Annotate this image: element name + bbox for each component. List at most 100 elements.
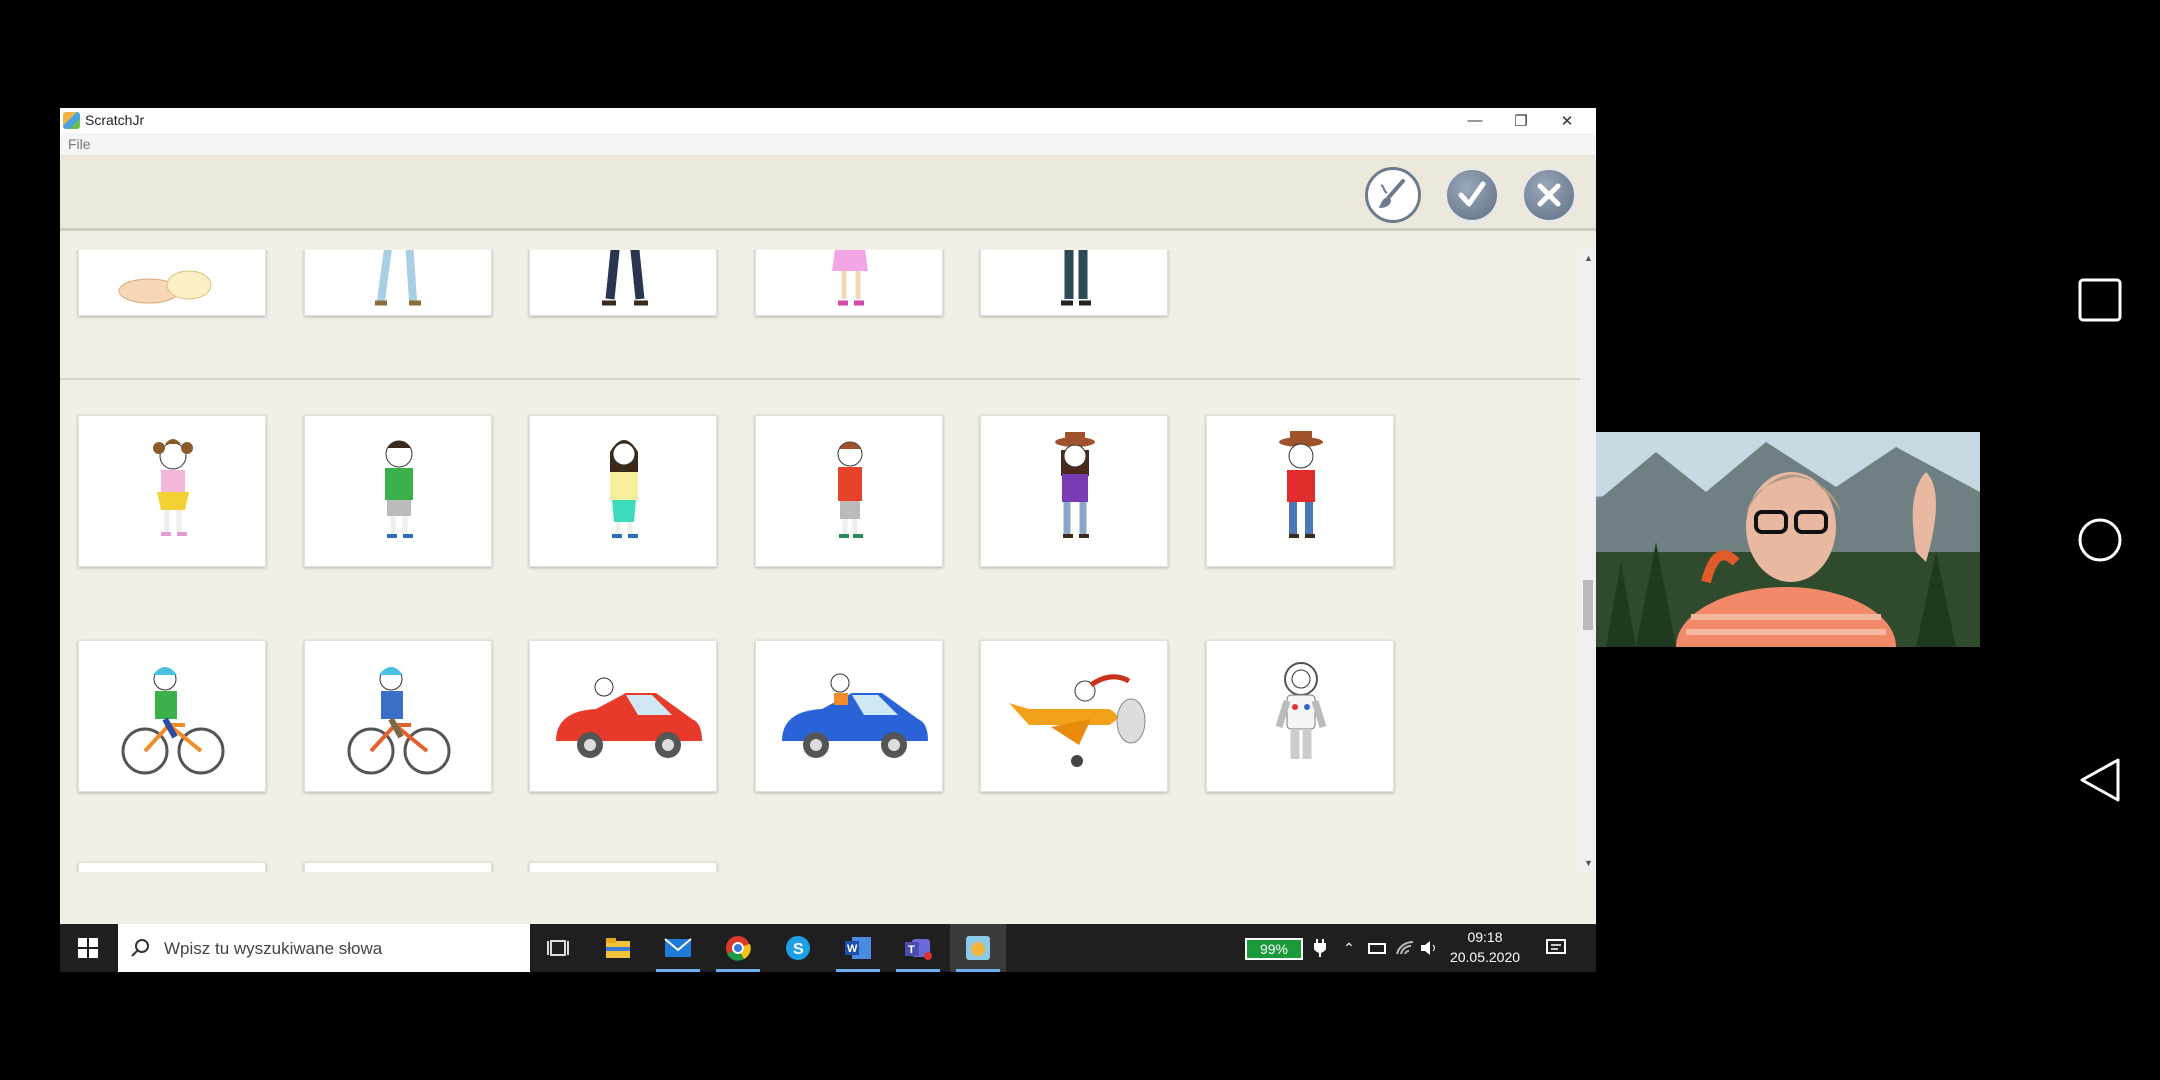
- sprite-card-girl-legs[interactable]: [755, 250, 943, 316]
- taskbar-search[interactable]: Wpisz tu wyszukiwane słowa: [118, 924, 530, 972]
- confirm-button[interactable]: [1444, 167, 1500, 223]
- webcam-person-image: [1596, 442, 1980, 647]
- scroll-down-arrow[interactable]: ▼: [1584, 858, 1593, 868]
- scratchjr-window: ScratchJr — ❐ ✕ File ▲ ▼ Wpisz tu wyszuk…: [60, 108, 1596, 972]
- word-icon: W: [845, 937, 871, 959]
- woman-sprite: [610, 440, 638, 538]
- vertical-scrollbar[interactable]: ▲ ▼: [1580, 250, 1596, 872]
- close-icon: [1537, 183, 1561, 207]
- scroll-thumb[interactable]: [1583, 580, 1593, 630]
- teams-app[interactable]: T: [890, 924, 946, 972]
- girl-bicycle-sprite: [121, 667, 225, 775]
- legs-sprite: [375, 250, 421, 306]
- android-back-button[interactable]: [2078, 758, 2122, 802]
- sprite-card-partial[interactable]: [304, 862, 492, 872]
- word-app[interactable]: W: [830, 924, 886, 972]
- search-icon: [131, 939, 149, 957]
- sprite-card-baby[interactable]: [78, 250, 266, 316]
- notification-icon: [1546, 939, 1566, 954]
- task-view-button[interactable]: [530, 924, 586, 972]
- folder-icon: [606, 938, 630, 958]
- menu-bar: File: [60, 133, 1596, 155]
- toolbar: [60, 155, 1596, 231]
- title-bar: ScratchJr — ❐ ✕: [60, 108, 1596, 133]
- notifications-button[interactable]: [1536, 924, 1576, 972]
- sprite-card-woman[interactable]: [529, 415, 717, 567]
- svg-text:W: W: [847, 943, 858, 955]
- svg-text:T: T: [908, 944, 915, 956]
- sprite-card-blue-convertible[interactable]: [755, 640, 943, 792]
- menu-file[interactable]: File: [68, 136, 91, 152]
- wifi-icon[interactable]: [1392, 924, 1418, 972]
- sprite-card-boy-legs[interactable]: [304, 250, 492, 316]
- show-hidden-icons-chevron-icon[interactable]: ⌃: [1336, 924, 1362, 972]
- sprite-card-red-convertible[interactable]: [529, 640, 717, 792]
- search-placeholder: Wpisz tu wyszukiwane słowa: [164, 939, 383, 958]
- sprite-card-girl-bicycle[interactable]: [78, 640, 266, 792]
- video-call-webcam-feed: [1596, 432, 1980, 647]
- baby-sprite: [118, 270, 212, 304]
- girl-sprite: [153, 439, 193, 536]
- windows-taskbar: Wpisz tu wyszukiwane słowa S W T 99% ⌃ 0…: [60, 924, 1596, 972]
- sprite-card-man2-legs[interactable]: [980, 250, 1168, 316]
- sprite-card-girl[interactable]: [78, 415, 266, 567]
- legs-sprite: [1061, 250, 1091, 306]
- cowboy-sprite: [1279, 431, 1323, 538]
- boy-sprite: [385, 440, 413, 538]
- sprite-card-cowgirl[interactable]: [980, 415, 1168, 567]
- square-icon: [2078, 278, 2122, 322]
- sprite-card-airplane[interactable]: [980, 640, 1168, 792]
- mail-icon: [664, 938, 692, 957]
- skype-app[interactable]: S: [770, 924, 826, 972]
- clock-date: 20.05.2020: [1449, 949, 1521, 965]
- sprite-card-boy[interactable]: [304, 415, 492, 567]
- paintbrush-icon: [1379, 179, 1405, 208]
- legs-sprite: [832, 250, 868, 306]
- network-icon[interactable]: [1364, 924, 1390, 972]
- cancel-button[interactable]: [1521, 167, 1577, 223]
- triangle-back-icon: [2080, 758, 2120, 802]
- sprite-card-partial[interactable]: [529, 862, 717, 872]
- power-plug-icon: [1308, 924, 1332, 972]
- cowgirl-sprite: [1055, 432, 1095, 538]
- scratchjr-app[interactable]: [950, 924, 1006, 972]
- legs-sprite: [602, 250, 648, 306]
- boy-bicycle-sprite: [347, 667, 451, 775]
- paint-editor-button[interactable]: [1365, 167, 1421, 223]
- sprite-card-man-legs[interactable]: [529, 250, 717, 316]
- row-separator: [60, 378, 1580, 380]
- close-window-button[interactable]: ✕: [1544, 108, 1590, 133]
- mail-app[interactable]: [650, 924, 706, 972]
- windows-logo-icon: [78, 938, 98, 958]
- taskbar-clock[interactable]: 09:18 20.05.2020: [1440, 927, 1530, 967]
- volume-icon[interactable]: [1416, 924, 1442, 972]
- teams-icon: T: [905, 939, 932, 960]
- checkmark-icon: [1458, 181, 1486, 207]
- start-button[interactable]: [60, 924, 116, 972]
- restore-button[interactable]: ❐: [1498, 108, 1544, 133]
- circle-icon: [2078, 518, 2122, 562]
- task-view-icon: [547, 940, 569, 956]
- minimize-button[interactable]: —: [1452, 108, 1498, 133]
- file-explorer-app[interactable]: [590, 924, 646, 972]
- sprite-card-boy-red[interactable]: [755, 415, 943, 567]
- sprite-card-astronaut[interactable]: [1206, 640, 1394, 792]
- sprite-library: [60, 250, 1580, 872]
- sprite-card-cowboy[interactable]: [1206, 415, 1394, 567]
- scroll-up-arrow[interactable]: ▲: [1584, 253, 1593, 263]
- app-icon: [63, 112, 80, 129]
- astronaut-sprite: [1275, 662, 1327, 759]
- android-recents-button[interactable]: [2078, 278, 2122, 322]
- chrome-app[interactable]: [710, 924, 766, 972]
- scratchjr-icon: [966, 936, 990, 960]
- battery-indicator[interactable]: 99%: [1245, 938, 1303, 960]
- airplane-sprite: [1009, 674, 1146, 767]
- android-home-button[interactable]: [2078, 518, 2122, 562]
- clock-time: 09:18: [1467, 929, 1503, 945]
- boy-red-sprite: [837, 441, 863, 538]
- sprite-card-partial[interactable]: [78, 862, 266, 872]
- chrome-icon: [726, 936, 751, 961]
- blue-car-sprite: [782, 673, 928, 758]
- sprite-card-boy-bicycle[interactable]: [304, 640, 492, 792]
- skype-icon: S: [786, 936, 810, 960]
